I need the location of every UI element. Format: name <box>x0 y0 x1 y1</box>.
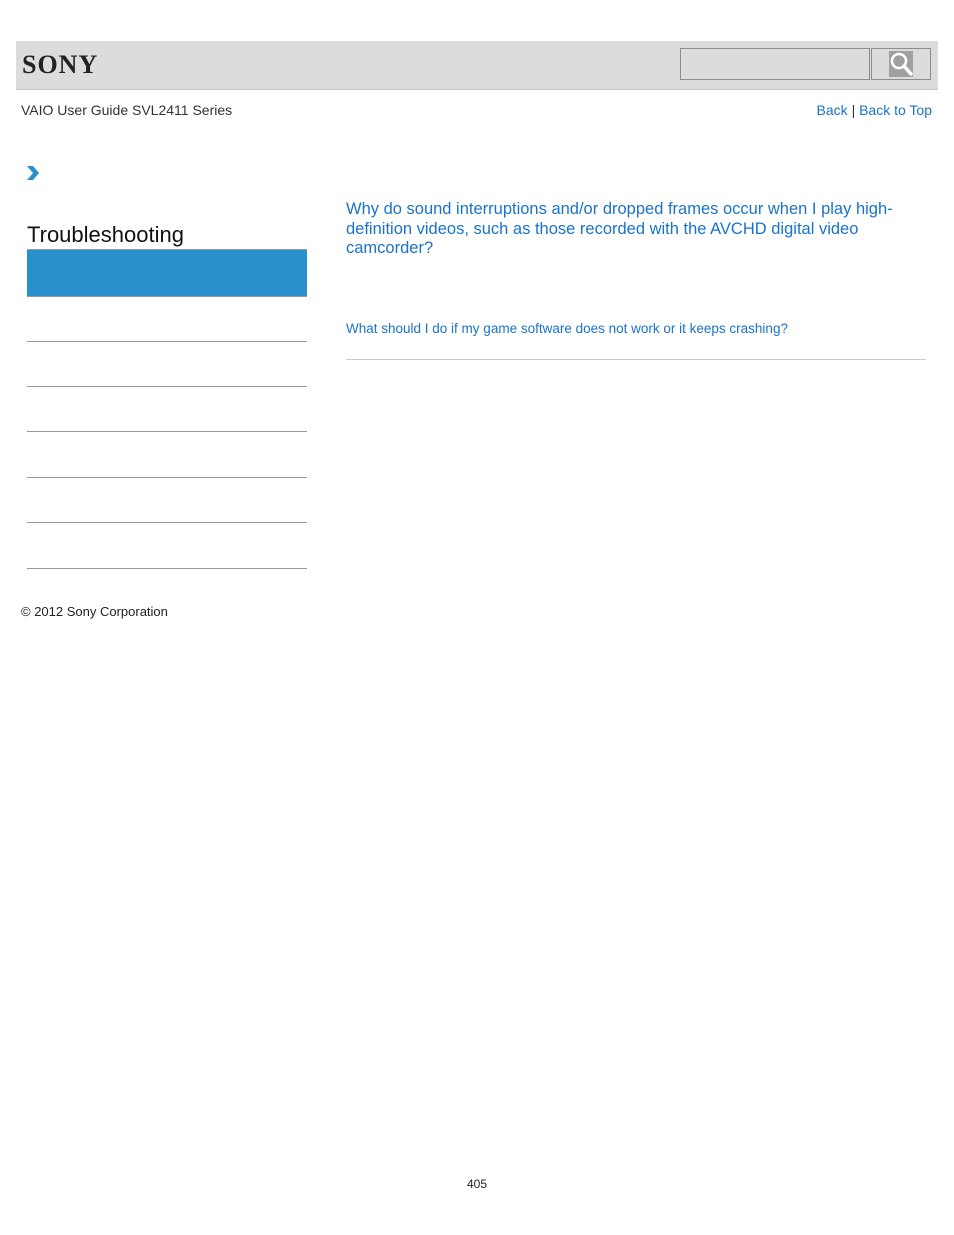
guide-title: VAIO User Guide SVL2411 Series <box>21 102 233 118</box>
sony-logo: SONY <box>22 50 99 79</box>
section-title: Troubleshooting <box>27 222 184 247</box>
search-input[interactable] <box>680 48 870 80</box>
sidebar-item[interactable] <box>27 477 307 523</box>
site-header: SONY <box>16 41 938 90</box>
sidebar-item[interactable] <box>27 386 307 432</box>
sidebar-item[interactable] <box>27 341 307 387</box>
sidebar-item[interactable] <box>27 523 307 569</box>
back-link[interactable]: Back <box>817 102 848 118</box>
search-icon <box>889 51 913 77</box>
divider <box>346 359 926 360</box>
copyright: © 2012 Sony Corporation <box>21 604 168 619</box>
sidebar-item-active[interactable] <box>27 249 307 297</box>
sidebar-item[interactable] <box>27 432 307 478</box>
page-number: 405 <box>466 1177 488 1191</box>
sidebar-item[interactable] <box>27 296 307 342</box>
faq-link-game-software[interactable]: What should I do if my game software doe… <box>346 321 788 336</box>
search-button[interactable] <box>871 48 931 80</box>
nav-links: Back | Back to Top <box>817 102 932 118</box>
nav-separator: | <box>851 102 856 118</box>
faq-link-sound-interruptions[interactable]: Why do sound interruptions and/or droppe… <box>346 200 916 259</box>
back-to-top-link[interactable]: Back to Top <box>859 102 932 118</box>
chevron-right-icon[interactable] <box>26 165 40 186</box>
